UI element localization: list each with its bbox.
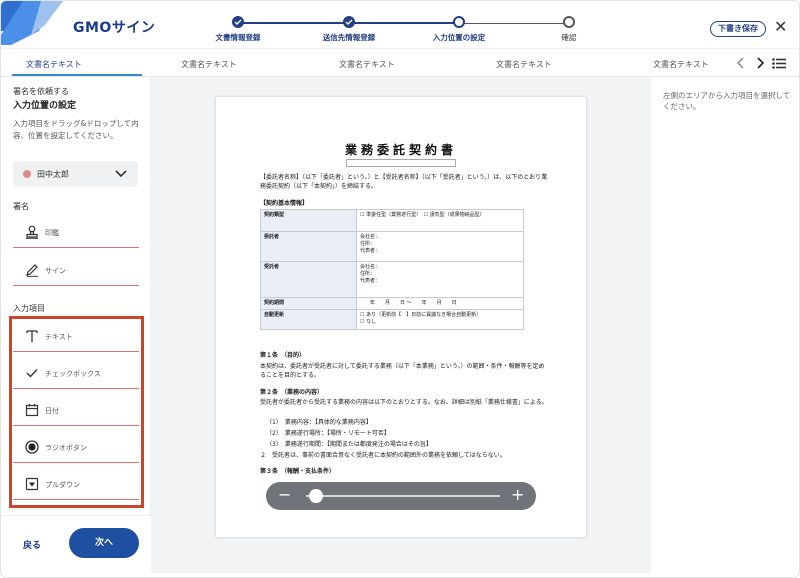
sidebar-description: 入力項目をドラッグ&ドロップして内容、位置を設定してください。 xyxy=(13,119,139,140)
table-value: 年 月 日 〜 年 月 日 xyxy=(356,297,524,310)
field-signature[interactable]: サイン xyxy=(13,256,139,286)
highlight-frame xyxy=(9,316,144,508)
app-window: GMOサイン 文書情報登録 送信先情報登録 入力位置の設定 確認 下書き保存 ✕… xyxy=(0,0,800,578)
signer-name: 田中太郎 xyxy=(37,170,69,179)
document-canvas[interactable]: 業務委託契約書 【委託者名称】（以下「委託者」という。）と【受託者名称】（以下「… xyxy=(151,78,651,573)
table-value: ☐ あり（更新前【 】日前に異議なき場合自動更新） ☐ なし xyxy=(356,309,524,330)
logo-text: GMOサイン xyxy=(73,20,156,36)
step-current-icon xyxy=(453,16,465,28)
tab-document-5[interactable]: 文書名テキスト xyxy=(653,59,709,70)
document-title: 業務委託契約書 xyxy=(344,143,457,157)
signer-select[interactable]: 田中太郎 xyxy=(13,161,138,187)
step-line xyxy=(238,22,349,24)
tab-document-2[interactable]: 文書名テキスト xyxy=(181,59,237,70)
article-heading: 第２条 （業務の内容） xyxy=(260,389,324,396)
logo-mark-icon xyxy=(1,1,63,45)
step-line xyxy=(459,23,569,24)
step-label: 送信先情報登録 xyxy=(322,33,376,42)
properties-panel: 左側のエリアから入力項目を選択してください。 xyxy=(651,78,799,573)
divider xyxy=(1,515,151,516)
signer-color-dot xyxy=(23,170,31,178)
title-input-box xyxy=(346,159,456,167)
step-label: 入力位置の設定 xyxy=(432,33,486,42)
header: GMOサイン 文書情報登録 送信先情報登録 入力位置の設定 確認 下書き保存 ✕ xyxy=(1,1,799,49)
list-icon[interactable] xyxy=(772,58,786,69)
article-body: 本契約は、委託者が受託者に対して委託する業務（以下「本業務」という。）の範囲・条… xyxy=(260,363,545,379)
input-section-label: 入力項目 xyxy=(13,304,45,313)
step-pending-icon xyxy=(563,16,575,28)
table-row: 契約期間 年 月 日 〜 年 月 日 xyxy=(260,297,524,310)
zoom-in-button[interactable]: + xyxy=(511,486,524,504)
table-value: 会社名： 住所： 代表者： xyxy=(356,261,524,298)
table-row: 受託者 会社名： 住所： 代表者： xyxy=(260,261,524,298)
sidebar-title: 署名を依頼する xyxy=(13,87,69,96)
active-tab-indicator xyxy=(12,74,142,76)
sidebar-heading: 入力位置の設定 xyxy=(13,101,77,111)
step-label: 文書情報登録 xyxy=(215,33,261,42)
chevron-left-icon[interactable] xyxy=(737,57,745,69)
stamp-icon xyxy=(26,225,38,239)
document-tabs: 文書名テキスト 文書名テキスト 文書名テキスト 文書名テキスト 文書名テキスト xyxy=(1,49,799,77)
back-button[interactable]: 戻る xyxy=(23,538,41,551)
pen-icon xyxy=(26,264,38,277)
zoom-slider-thumb[interactable] xyxy=(308,489,323,503)
article-note: ２ 受託者は、事前の書面合意なく受託者に本契約の範囲外の業務を依頼してはならない… xyxy=(260,452,506,459)
table-row: 契約類型 ☐ 準委任型（業務遂行型） ☐ 請負型（成果物納品型） xyxy=(260,209,524,232)
tab-document-3[interactable]: 文書名テキスト xyxy=(339,59,395,70)
field-stamp[interactable]: 印鑑 xyxy=(13,218,139,248)
table-value: 会社名： 住所： 代表者： xyxy=(356,231,524,262)
progress-stepper: 文書情報登録 送信先情報登録 入力位置の設定 確認 xyxy=(206,11,606,45)
zoom-slider-track[interactable] xyxy=(306,495,500,497)
contract-info-table: 契約類型 ☐ 準委任型（業務遂行型） ☐ 請負型（成果物納品型） 委託者 会社名… xyxy=(260,209,524,330)
tab-document-4[interactable]: 文書名テキスト xyxy=(496,59,552,70)
properties-hint: 左側のエリアから入力項目を選択してください。 xyxy=(663,91,791,111)
table-key: 委託者 xyxy=(260,231,357,262)
zoom-out-button[interactable]: − xyxy=(278,486,291,504)
tab-document-1[interactable]: 文書名テキスト xyxy=(26,59,82,70)
table-key: 受託者 xyxy=(260,261,357,298)
close-icon[interactable]: ✕ xyxy=(774,19,787,35)
sidebar: 署名を依頼する 入力位置の設定 入力項目をドラッグ&ドロップして内容、位置を設定… xyxy=(1,78,151,515)
field-label: 印鑑 xyxy=(45,229,59,237)
article-heading: 第１条 （目的） xyxy=(260,352,306,359)
chevron-down-icon xyxy=(115,170,127,178)
document-page[interactable]: 業務委託契約書 【委託者名称】（以下「委託者」という。）と【受託者名称】（以下「… xyxy=(216,97,586,537)
table-value: ☐ 準委任型（業務遂行型） ☐ 請負型（成果物納品型） xyxy=(356,209,524,232)
chevron-right-icon[interactable] xyxy=(756,57,764,69)
table-key: 契約類型 xyxy=(260,209,357,232)
article-item: （2） 業務遂行場所：【場所・リモート可否】 xyxy=(266,430,390,437)
article-body: 受託者が委託者から受託する業務の内容は以下のとおりとする。なお、詳細は別紙「業務… xyxy=(260,399,548,406)
document-intro: 【委託者名称】（以下「委託者」という。）と【受託者名称】（以下「受託者」という。… xyxy=(260,174,548,190)
step-line xyxy=(349,22,459,24)
step-done-icon xyxy=(343,16,355,28)
document-subheading: 【契約基本情報】 xyxy=(260,200,309,207)
step-label: 確認 xyxy=(561,33,577,42)
step-done-icon xyxy=(232,16,244,28)
table-row: 自動更新 ☐ あり（更新前【 】日前に異議なき場合自動更新） ☐ なし xyxy=(260,309,524,330)
save-draft-button[interactable]: 下書き保存 xyxy=(710,21,766,37)
article-item: （3） 業務遂行期間：【期間または都度発注の場合はその旨】 xyxy=(266,441,432,448)
table-row: 委託者 会社名： 住所： 代表者： xyxy=(260,231,524,262)
zoom-bar: − + xyxy=(266,482,536,510)
field-label: サイン xyxy=(45,267,66,275)
article-heading: 第３条 （報酬・支払条件） xyxy=(260,468,336,475)
table-key: 契約期間 xyxy=(260,297,357,310)
signature-section-label: 署名 xyxy=(13,202,29,211)
next-button[interactable]: 次へ xyxy=(69,528,139,558)
table-key: 自動更新 xyxy=(260,309,357,330)
article-item: （1） 業務内容：【具体的な業務内容】 xyxy=(266,419,372,426)
